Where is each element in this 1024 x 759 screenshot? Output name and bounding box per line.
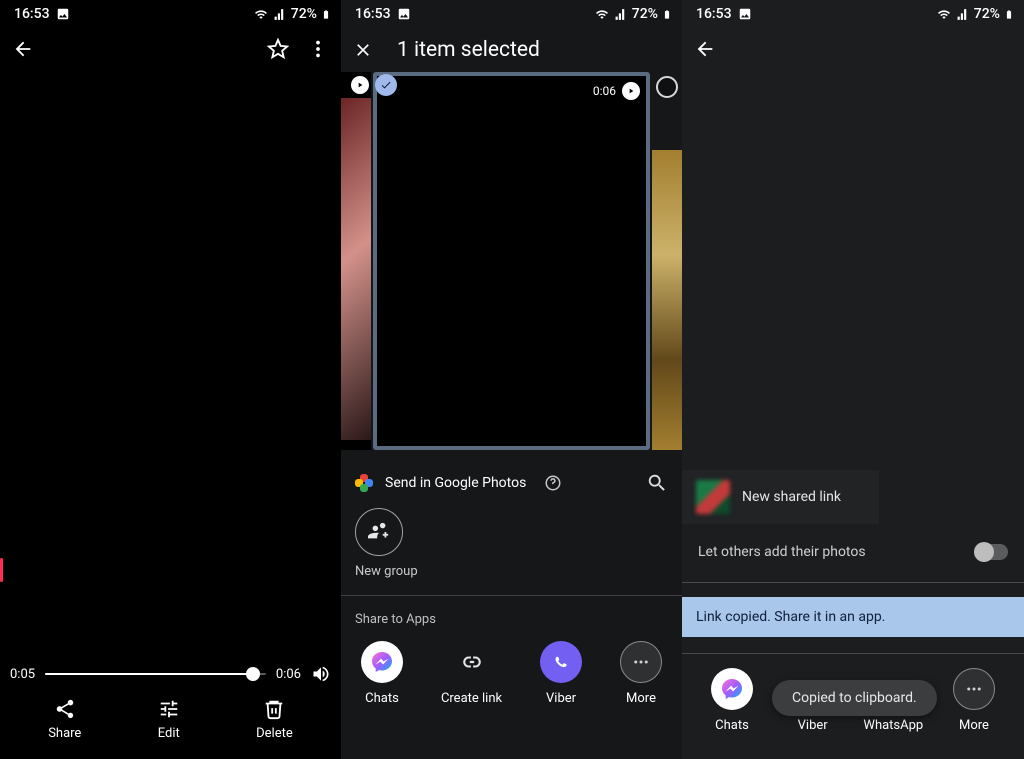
tune-icon	[158, 698, 180, 720]
status-time: 16:53	[355, 6, 391, 22]
app-label: Create link	[441, 691, 502, 706]
battery-icon	[662, 7, 672, 22]
status-image-icon	[397, 7, 411, 21]
star-icon[interactable]	[267, 38, 289, 60]
wifi-icon	[936, 8, 952, 21]
viber-icon	[550, 651, 572, 673]
new-shared-link-row[interactable]: New shared link	[682, 470, 879, 524]
thumb-left[interactable]	[341, 72, 371, 450]
action-label: Edit	[158, 726, 180, 741]
close-icon[interactable]	[353, 40, 373, 60]
app-label: Viber	[798, 718, 828, 733]
share-app-more[interactable]: More	[620, 641, 662, 706]
status-bar: 16:53 72%	[0, 0, 341, 26]
status-battery: 72%	[974, 6, 1000, 22]
share-app-chats[interactable]: Chats	[702, 668, 762, 733]
share-app-viber[interactable]: Viber	[540, 641, 582, 706]
video-progress: 0:05 0:06	[0, 664, 341, 684]
thumb-selected[interactable]: 0:06	[373, 72, 650, 450]
time-total: 0:06	[276, 667, 301, 682]
send-in-photos[interactable]: Send in Google Photos	[385, 475, 526, 491]
app-label: Viber	[546, 691, 576, 706]
status-time: 16:53	[696, 6, 732, 22]
link-copied-banner: Link copied. Share it in an app.	[682, 597, 1024, 637]
more-vert-icon[interactable]	[307, 38, 329, 60]
let-others-add-toggle[interactable]	[974, 544, 1008, 560]
battery-icon	[321, 7, 331, 22]
more-horiz-icon	[965, 680, 983, 698]
delete-button[interactable]: Delete	[256, 698, 293, 741]
more-horiz-icon	[632, 653, 650, 671]
thumb-right[interactable]	[652, 72, 682, 450]
back-icon[interactable]	[12, 38, 34, 60]
battery-icon	[1004, 7, 1014, 22]
shared-link-thumb	[696, 480, 730, 514]
link-icon	[459, 649, 485, 675]
shared-link-text: New shared link	[742, 489, 841, 505]
status-bar: 16:53 72%	[682, 0, 1024, 26]
new-group-label: New group	[355, 564, 668, 579]
app-label: WhatsApp	[863, 718, 923, 733]
messenger-icon	[720, 677, 744, 701]
panel-share-link: 16:53 72% New shared link Let others add…	[682, 0, 1024, 759]
toast-copied: Copied to clipboard.	[772, 680, 937, 716]
status-image-icon	[738, 7, 752, 21]
progress-slider[interactable]	[45, 673, 266, 675]
check-icon	[375, 74, 397, 96]
wifi-icon	[253, 8, 269, 21]
share-button[interactable]: Share	[48, 698, 81, 741]
volume-icon[interactable]	[311, 664, 331, 684]
app-label: More	[959, 718, 989, 733]
signal-icon	[273, 8, 287, 21]
status-battery: 72%	[632, 6, 658, 22]
status-time: 16:53	[14, 6, 50, 22]
play-icon	[351, 76, 369, 94]
google-photos-icon	[355, 474, 373, 492]
status-image-icon	[56, 7, 70, 21]
help-icon[interactable]	[544, 474, 562, 492]
panel-photo-view: 16:53 72% 0:05 0:06 Share	[0, 0, 341, 759]
wifi-icon	[594, 8, 610, 21]
share-to-apps-label: Share to Apps	[355, 612, 668, 627]
panel-selection-share: 16:53 72% 1 item selected 0:06	[341, 0, 682, 759]
time-current: 0:05	[10, 667, 35, 682]
divider	[682, 653, 1024, 654]
new-group-button[interactable]	[355, 508, 403, 556]
action-label: Delete	[256, 726, 293, 741]
signal-icon	[614, 8, 628, 21]
trash-icon	[263, 698, 285, 720]
app-label: Chats	[715, 718, 749, 733]
signal-icon	[956, 8, 970, 21]
share-app-more[interactable]: More	[944, 668, 1004, 733]
divider	[682, 582, 1024, 583]
share-app-chats[interactable]: Chats	[361, 641, 403, 706]
status-bar: 16:53 72%	[341, 0, 682, 26]
thumb-time: 0:06	[593, 84, 616, 98]
edit-button[interactable]: Edit	[158, 698, 180, 741]
toggle-label: Let others add their photos	[698, 544, 866, 560]
selection-title: 1 item selected	[397, 38, 540, 62]
share-icon	[54, 698, 76, 720]
action-label: Share	[48, 726, 81, 741]
thumbnail-strip[interactable]: 0:06	[341, 70, 682, 450]
accent-stripe	[0, 558, 3, 582]
radio-unselected-icon	[656, 76, 678, 98]
back-icon[interactable]	[694, 38, 716, 60]
group-add-icon	[368, 521, 390, 543]
play-icon	[622, 82, 640, 100]
search-icon[interactable]	[646, 472, 668, 494]
messenger-icon	[370, 650, 394, 674]
status-battery: 72%	[291, 6, 317, 22]
share-app-create-link[interactable]: Create link	[441, 641, 502, 706]
app-label: Chats	[365, 691, 399, 706]
app-label: More	[626, 691, 656, 706]
